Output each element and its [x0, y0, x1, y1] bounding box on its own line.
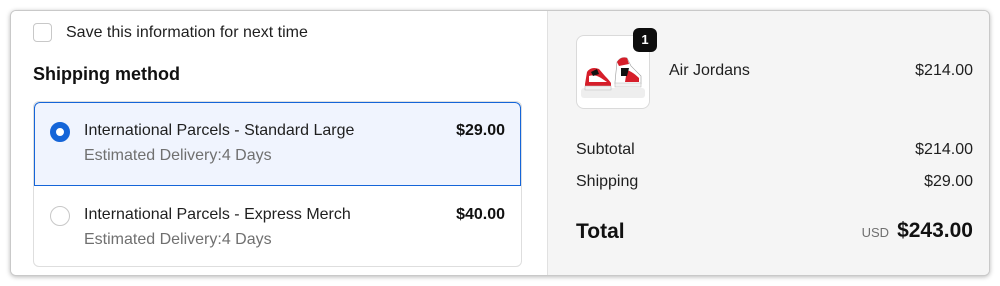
save-info-checkbox[interactable] [33, 23, 52, 42]
shipping-method-title: Shipping method [33, 64, 180, 84]
shipping-option-name: International Parcels - Express Merch [84, 206, 351, 223]
quantity-badge: 1 [633, 28, 657, 52]
order-summary-panel: 1 Air Jordans $214.00 Subtotal $214.00 S… [547, 11, 989, 275]
shipping-option-price: $40.00 [456, 206, 505, 223]
checkout-window: Save this information for next time Ship… [10, 10, 990, 276]
shipping-option-price: $29.00 [456, 122, 505, 139]
product-name: Air Jordans [669, 62, 750, 79]
shipping-option-delivery: Estimated Delivery:4 Days [84, 231, 272, 248]
shipping-panel: Save this information for next time Ship… [11, 11, 547, 275]
shipping-method-list: International Parcels - Standard Large E… [33, 101, 522, 267]
shipping-option-delivery: Estimated Delivery:4 Days [84, 147, 272, 164]
total-label: Total [576, 220, 625, 243]
shipping-cost-label: Shipping [576, 173, 639, 190]
product-price: $214.00 [915, 62, 973, 79]
subtotal-value: $214.00 [915, 141, 973, 158]
subtotal-label: Subtotal [576, 141, 635, 158]
shipping-option-standard[interactable]: International Parcels - Standard Large E… [34, 102, 521, 186]
shipping-option-name: International Parcels - Standard Large [84, 122, 355, 139]
shipping-option-standard-radio[interactable] [50, 122, 70, 142]
currency-code: USD [861, 225, 890, 240]
shipping-cost-value: $29.00 [924, 173, 973, 190]
total-amount: USD $243.00 [862, 219, 973, 243]
shipping-option-express[interactable]: International Parcels - Express Merch Es… [34, 186, 521, 266]
save-info-row[interactable]: Save this information for next time [33, 23, 308, 42]
total-value: $243.00 [897, 219, 973, 242]
shipping-option-express-radio[interactable] [50, 206, 70, 226]
save-info-label[interactable]: Save this information for next time [66, 24, 308, 42]
